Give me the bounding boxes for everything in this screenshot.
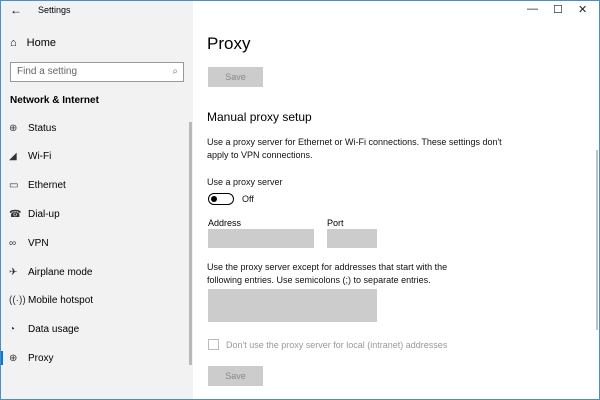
section-title: Network & Internet: [10, 95, 99, 106]
toggle-state: Off: [242, 194, 254, 204]
sidebar-item-status[interactable]: ⊕ Status: [0, 117, 190, 139]
proxy-toggle[interactable]: [208, 193, 234, 205]
data-usage-icon: ◔: [9, 324, 16, 336]
vpn-icon: ∞: [9, 237, 17, 249]
back-button[interactable]: ←: [10, 3, 22, 17]
maximize-button[interactable]: ☐: [553, 3, 563, 16]
exceptions-input[interactable]: [208, 289, 377, 322]
home-label: Home: [26, 37, 56, 49]
sidebar-item-label: Status: [28, 122, 57, 134]
sidebar-item-label: Data usage: [28, 324, 80, 336]
sidebar-item-vpn[interactable]: ∞ VPN: [0, 232, 190, 254]
address-input[interactable]: [208, 229, 314, 248]
section-heading: Manual proxy setup: [207, 110, 312, 124]
sidebar-item-label: Wi-Fi: [28, 151, 52, 163]
ethernet-icon: ▭: [9, 180, 19, 192]
proxy-icon: ⊕: [9, 352, 18, 364]
search-placeholder: Find a setting: [17, 66, 78, 77]
sidebar-item-wi-fi[interactable]: ◢ Wi-Fi: [0, 146, 190, 168]
sidebar-item-proxy[interactable]: ⊕ Proxy: [0, 347, 190, 369]
port-label: Port: [327, 218, 344, 228]
sidebar-item-mobile-hotspot[interactable]: ((·)) Mobile hotspot: [0, 290, 190, 312]
use-proxy-label: Use a proxy server: [207, 177, 283, 187]
sidebar-item-label: Mobile hotspot: [28, 295, 94, 307]
sidebar-item-label: Proxy: [28, 352, 54, 364]
close-button[interactable]: ✕: [578, 3, 587, 16]
sidebar-item-dial-up[interactable]: ☎ Dial-up: [0, 203, 190, 225]
search-input[interactable]: Find a setting ⌕: [10, 62, 184, 82]
save-button-top[interactable]: Save: [208, 67, 263, 87]
minimize-button[interactable]: —: [527, 3, 538, 15]
sidebar-item-data-usage[interactable]: ◔ Data usage: [0, 319, 190, 341]
main-scrollbar[interactable]: [596, 150, 598, 330]
wi-fi-icon: ◢: [9, 151, 17, 163]
port-input[interactable]: [327, 229, 377, 248]
search-icon: ⌕: [172, 66, 178, 77]
local-bypass-checkbox[interactable]: [208, 339, 219, 350]
page-title: Proxy: [207, 34, 251, 53]
mobile-hotspot-icon: ((·)): [9, 295, 26, 307]
sidebar-item-airplane-mode[interactable]: ✈ Airplane mode: [0, 261, 190, 283]
sidebar-item-label: Ethernet: [28, 180, 66, 192]
home-icon: ⌂: [10, 37, 17, 49]
address-label: Address: [208, 218, 242, 228]
save-button-bottom[interactable]: Save: [208, 366, 263, 386]
main-content: — ☐ ✕ Proxy Save Manual proxy setup Use …: [193, 0, 600, 400]
sidebar-item-ethernet[interactable]: ▭ Ethernet: [0, 175, 190, 197]
exceptions-description: Use the proxy server except for addresse…: [207, 262, 448, 285]
proxy-description: Use a proxy server for Ethernet or Wi-Fi…: [207, 137, 502, 160]
sidebar-item-label: Airplane mode: [28, 266, 93, 278]
dial-up-icon: ☎: [9, 208, 22, 220]
sidebar-item-label: Dial-up: [28, 208, 60, 220]
sidebar-item-label: VPN: [28, 237, 49, 249]
sidebar-scrollbar[interactable]: [189, 122, 192, 365]
local-bypass-label: Don't use the proxy server for local (in…: [226, 340, 448, 350]
status-icon: ⊕: [9, 122, 18, 134]
airplane-mode-icon: ✈: [9, 266, 18, 278]
sidebar-home[interactable]: ⌂ Home: [10, 37, 56, 49]
app-title: Settings: [38, 5, 71, 15]
sidebar: ← Settings ⌂ Home Find a setting ⌕ Network…: [0, 0, 193, 400]
